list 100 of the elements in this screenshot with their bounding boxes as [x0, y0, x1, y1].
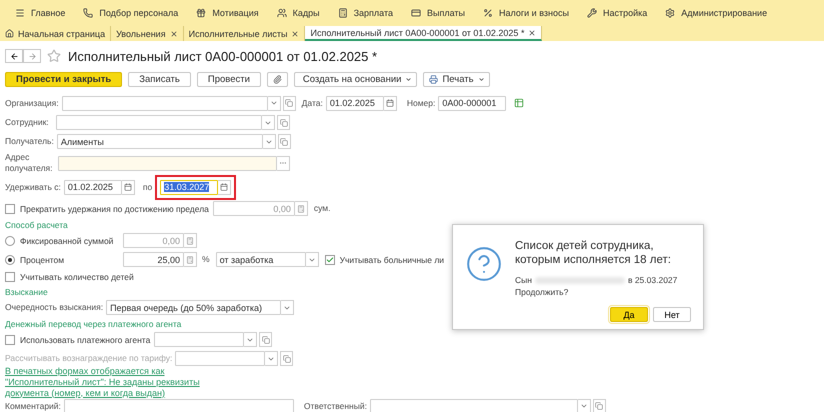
caret-icon: [405, 76, 412, 82]
date-field[interactable]: 01.02.2025: [326, 96, 384, 110]
copy-icon: [280, 138, 288, 146]
attach-button[interactable]: [266, 72, 288, 86]
copy-icon: [595, 402, 604, 410]
dialog-message: Сын: [515, 275, 532, 285]
home-icon: [5, 29, 14, 38]
field-label: Рассчитывать вознаграждение по тарифу:: [5, 353, 172, 364]
calendar-icon: [386, 99, 394, 107]
section-heading: Способ расчета: [5, 218, 68, 231]
menu-item[interactable]: Выплаты: [402, 0, 474, 26]
open-button[interactable]: [277, 115, 290, 130]
menu-item[interactable]: Мотивация: [187, 0, 268, 26]
calculator-button[interactable]: [184, 233, 197, 248]
menu-icon: [15, 8, 25, 18]
calculator-icon: [338, 8, 348, 18]
open-button[interactable]: [592, 398, 606, 412]
priority-field[interactable]: Первая очередь (до 50% заработка): [106, 300, 282, 315]
menu-item[interactable]: Администрирование: [656, 0, 776, 26]
percent-icon: [483, 8, 493, 18]
dropdown-button[interactable]: [578, 398, 591, 412]
calculator-button[interactable]: [184, 252, 197, 267]
menu-item[interactable]: Зарплата: [328, 0, 402, 26]
copy-icon: [285, 99, 294, 107]
checkbox-option[interactable]: Прекратить удержания по достижению предела: [5, 204, 209, 214]
menu-item[interactable]: Настройка: [578, 0, 656, 26]
calculator-icon: [186, 236, 194, 244]
radio-option[interactable]: Процентом: [5, 254, 119, 264]
select-button[interactable]: [277, 156, 290, 170]
open-button[interactable]: [282, 96, 296, 110]
toolbar-button[interactable]: Записать: [128, 72, 191, 86]
dropdown-button[interactable]: [262, 134, 276, 149]
gift-icon: [196, 8, 206, 18]
recipient-field[interactable]: Алименты: [56, 134, 263, 149]
checkbox-option[interactable]: Учитывать больничные ли: [324, 254, 444, 264]
dropdown-button[interactable]: [306, 252, 319, 267]
field-label: Ответственный:: [304, 400, 367, 412]
section-heading: Взыскание: [5, 286, 48, 298]
percent-field[interactable]: 25,00: [123, 252, 184, 267]
caret-icon: [270, 99, 278, 107]
dialog-question: Продолжить?: [515, 287, 570, 297]
open-button[interactable]: [259, 332, 272, 347]
back-button[interactable]: [5, 49, 23, 63]
right-arrow-icon: [28, 52, 36, 60]
tab[interactable]: Исполнительный лист 0A00-000001 от 01.02.2025 *: [305, 26, 542, 41]
calculator-button[interactable]: [294, 201, 308, 216]
dialog-message: в 25.03.2027: [628, 275, 678, 285]
base-field[interactable]: от заработка: [216, 252, 306, 267]
close-icon[interactable]: [170, 30, 178, 38]
star-icon[interactable]: [47, 49, 61, 63]
copy-icon: [282, 354, 291, 362]
calendar-button[interactable]: [218, 180, 232, 194]
check-icon: [326, 254, 334, 264]
checkbox-option[interactable]: Использовать платежного агента: [5, 334, 150, 344]
calendar-button[interactable]: [384, 96, 397, 110]
field-label: Организация:: [5, 98, 59, 108]
dropdown-button[interactable]: [265, 351, 278, 366]
field-label: Очередность взыскания:: [5, 302, 104, 313]
field-label: Номер:: [406, 98, 436, 108]
phone-icon: [83, 8, 94, 18]
toolbar-button[interactable]: Провести: [196, 72, 261, 86]
end-date-field[interactable]: 31.03.2027: [160, 180, 218, 194]
menu-item[interactable]: Налоги и взносы: [474, 0, 578, 26]
dialog-button[interactable]: Нет: [653, 307, 691, 322]
unit-label: сум.: [314, 203, 331, 214]
agent-field[interactable]: [154, 332, 244, 347]
number-field[interactable]: 0A00-000001: [438, 96, 506, 110]
menu-item[interactable]: Главное: [6, 0, 74, 26]
create-based-on-button[interactable]: Создать на основании: [294, 72, 418, 86]
address-field[interactable]: [58, 156, 277, 170]
post-and-close-button[interactable]: Провести и закрыть: [5, 72, 122, 86]
employee-field[interactable]: [56, 115, 262, 130]
close-icon[interactable]: [291, 30, 300, 38]
start-date-field[interactable]: 01.02.2025: [64, 180, 122, 194]
print-button[interactable]: Печать: [423, 72, 490, 86]
menu-item[interactable]: Кадры: [268, 0, 329, 26]
printer-icon: [429, 74, 438, 84]
section-heading: Денежный перевод через платежного агента: [5, 318, 182, 330]
dropdown-button[interactable]: [281, 300, 294, 315]
dropdown-button[interactable]: [262, 115, 275, 130]
tab[interactable]: Увольнения: [111, 26, 184, 41]
menu-item[interactable]: Подбор персонала: [74, 0, 188, 26]
dialog-button[interactable]: Да: [610, 307, 648, 322]
organization-field[interactable]: [62, 96, 268, 110]
table-check-icon[interactable]: [514, 98, 524, 108]
tab[interactable]: Начальная страница: [0, 26, 112, 41]
question-icon: [465, 245, 503, 283]
open-button[interactable]: [280, 351, 294, 366]
responsible-field[interactable]: [370, 398, 578, 412]
copy-icon: [262, 336, 270, 344]
radio-option[interactable]: Фиксированной суммой: [5, 236, 119, 246]
calendar-icon: [124, 183, 132, 191]
dropdown-button[interactable]: [244, 332, 258, 347]
dropdown-button[interactable]: [268, 96, 281, 110]
card-icon: [411, 8, 421, 18]
close-icon[interactable]: [528, 28, 536, 36]
calendar-button[interactable]: [122, 180, 135, 194]
open-button[interactable]: [278, 134, 291, 149]
checkbox-option[interactable]: Учитывать количество детей: [5, 272, 134, 282]
comment-field[interactable]: [64, 398, 294, 412]
